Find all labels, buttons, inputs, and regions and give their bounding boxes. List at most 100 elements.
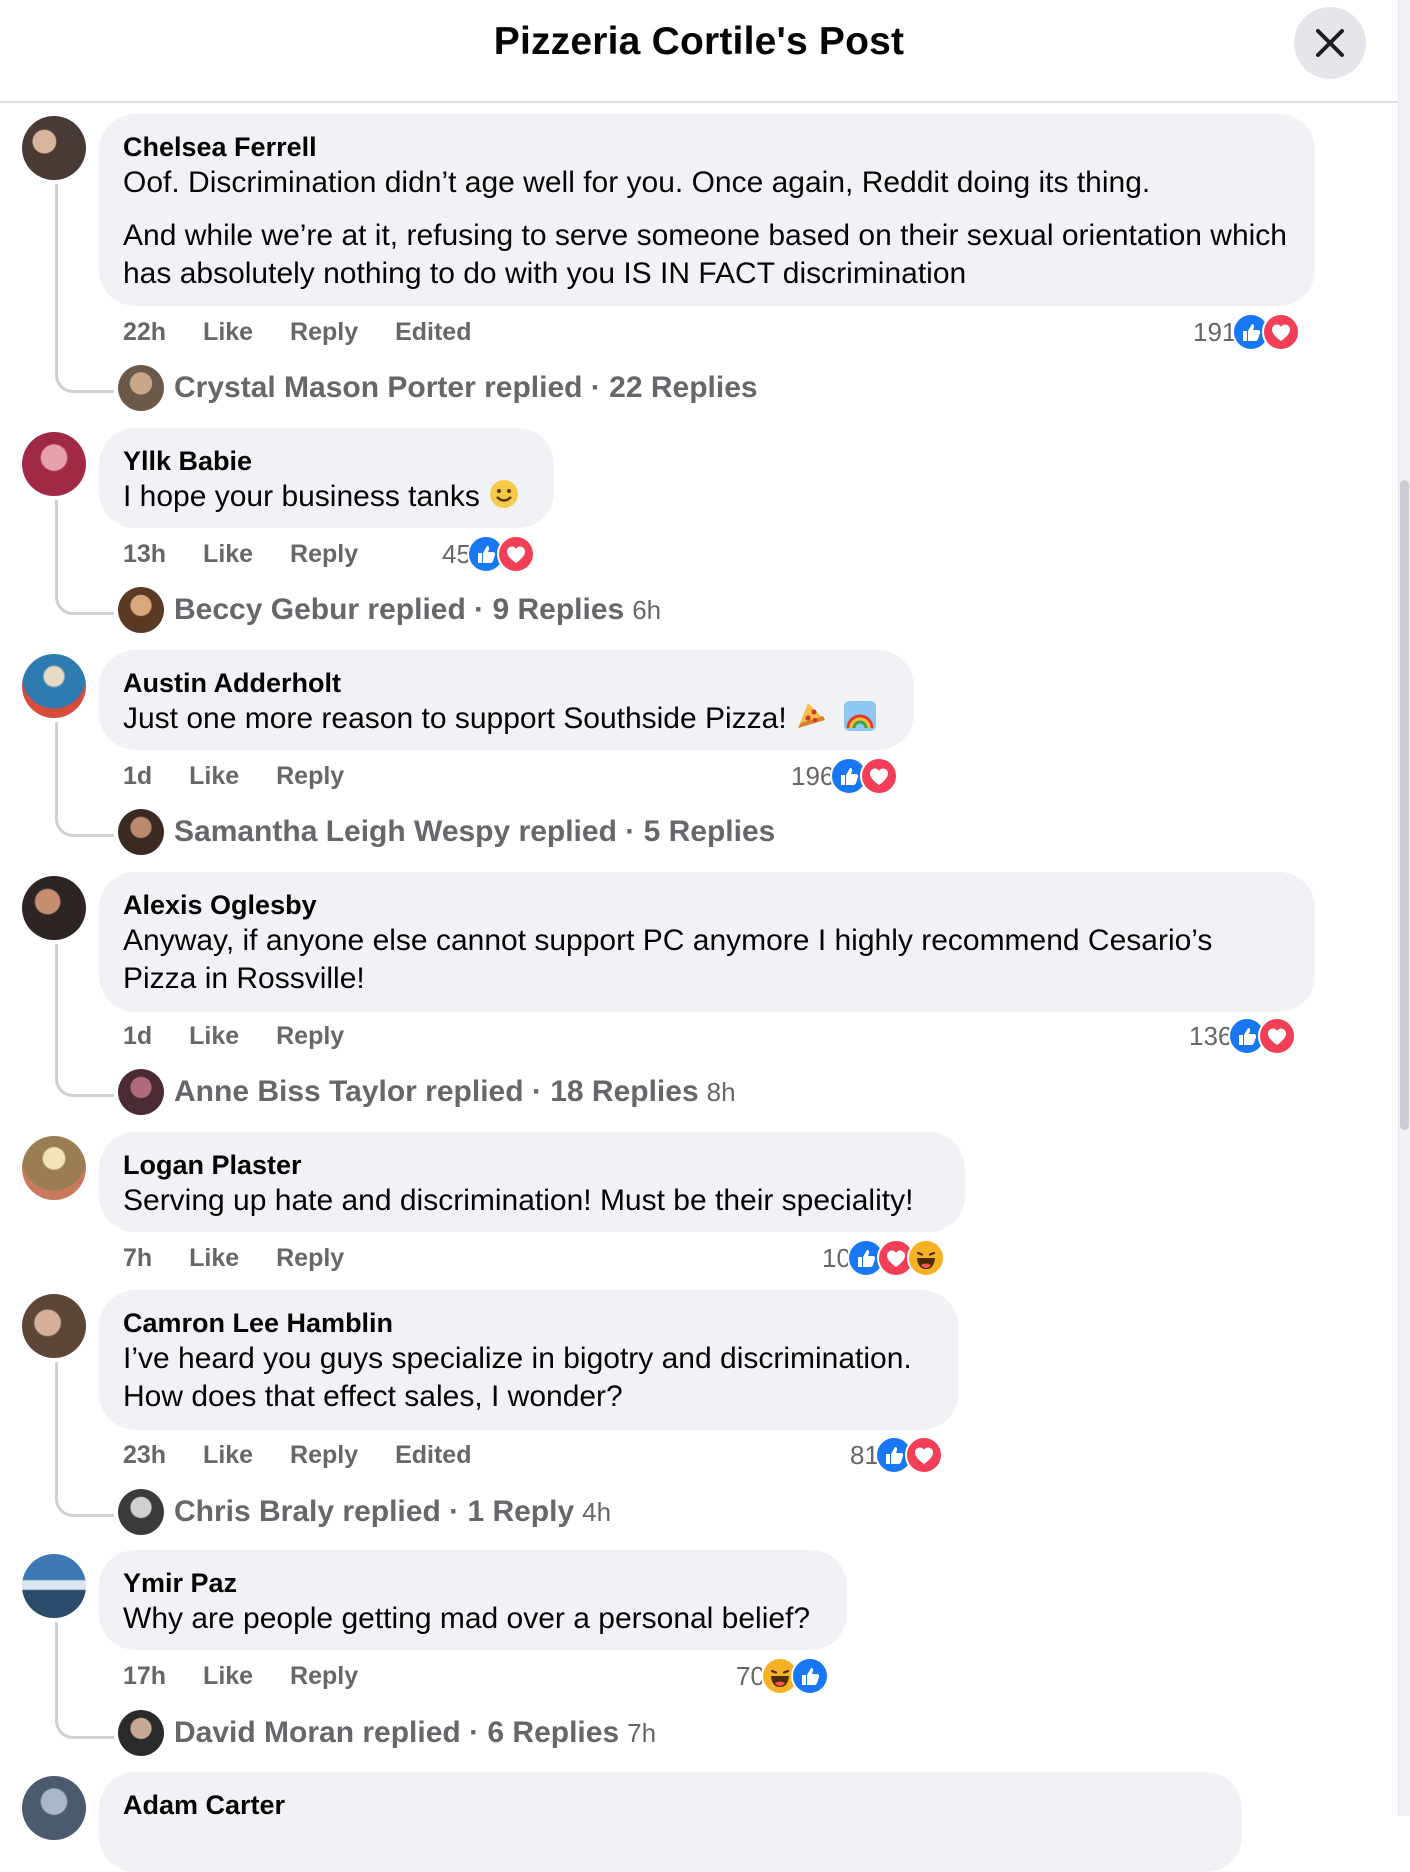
avatar[interactable] <box>22 1776 86 1840</box>
reaction-summary[interactable]: 196 <box>791 757 899 795</box>
comment-time[interactable]: 17h <box>123 1662 166 1690</box>
reply-button[interactable]: Reply <box>276 762 344 790</box>
replier-name: Chris Braly replied <box>174 1495 441 1528</box>
reply-avatar <box>118 365 164 411</box>
reply-button[interactable]: Reply <box>290 1441 358 1469</box>
comment-text: Just one more reason to support Southsid… <box>123 700 890 738</box>
comment-author[interactable]: Camron Lee Hamblin <box>123 1306 934 1340</box>
reply-count: 18 Replies <box>550 1075 699 1108</box>
reaction-summary[interactable]: 10 <box>822 1239 945 1277</box>
comment-actions: 1d Like Reply <box>123 1021 374 1051</box>
avatar[interactable] <box>22 116 86 180</box>
love-reaction-icon <box>496 535 535 573</box>
comment-bubble: Adam Carter <box>99 1772 1242 1872</box>
like-button[interactable]: Like <box>203 318 253 346</box>
reply-count: 1 Reply <box>467 1495 575 1528</box>
comment-bubble: Yllk Babie I hope your business tanks <box>99 428 554 528</box>
close-button[interactable] <box>1294 7 1366 79</box>
comment-text: And while we’re at it, refusing to serve… <box>123 219 1287 290</box>
comment-actions: 23h Like Reply Edited <box>123 1440 501 1470</box>
replier-name: Samantha Leigh Wespy replied <box>174 815 617 848</box>
avatar[interactable] <box>22 1554 86 1618</box>
scrollbar-thumb[interactable] <box>1400 480 1409 1130</box>
love-reaction-icon <box>860 757 899 795</box>
comment-author[interactable]: Alexis Oglesby <box>123 888 1291 922</box>
comment-time[interactable]: 13h <box>123 540 166 568</box>
comment-text: Oof. Discrimination didn’t age well for … <box>123 166 1151 199</box>
view-replies-link[interactable]: David Moran replied · 6 Replies 7h <box>118 1709 656 1757</box>
view-replies-link[interactable]: Beccy Gebur replied · 9 Replies 6h <box>118 586 661 634</box>
reply-button[interactable]: Reply <box>290 318 358 346</box>
comment-author[interactable]: Ymir Paz <box>123 1566 823 1600</box>
comment-author[interactable]: Yllk Babie <box>123 444 530 478</box>
reply-count: 6 Replies <box>487 1716 620 1749</box>
reaction-count: 136 <box>1189 1020 1233 1051</box>
comment-text: Anyway, if anyone else cannot support PC… <box>123 924 1213 995</box>
view-replies-link[interactable]: Samantha Leigh Wespy replied · 5 Replies <box>118 808 775 856</box>
reply-time: 4h <box>582 1496 612 1527</box>
page-title: Pizzeria Cortile's Post <box>493 20 905 63</box>
reaction-count: 196 <box>791 760 835 791</box>
thread-connector <box>55 1622 114 1739</box>
reply-count: 9 Replies <box>492 593 625 626</box>
reaction-summary[interactable]: 70 <box>736 1657 829 1695</box>
comment-text-content: I hope your business tanks <box>123 480 480 513</box>
comment-actions: 7h Like Reply <box>123 1243 374 1273</box>
reply-button[interactable]: Reply <box>276 1244 344 1272</box>
reaction-summary[interactable]: 191 <box>1193 313 1301 351</box>
comment-actions: 1d Like Reply <box>123 761 374 791</box>
reply-button[interactable]: Reply <box>290 540 358 568</box>
love-reaction-icon <box>1258 1017 1297 1055</box>
reply-count: 22 Replies <box>609 371 758 404</box>
comment-actions: 17h Like Reply <box>123 1661 388 1691</box>
view-replies-link[interactable]: Crystal Mason Porter replied · 22 Replie… <box>118 364 758 412</box>
like-button[interactable]: Like <box>189 1022 239 1050</box>
reply-time: 8h <box>706 1076 736 1107</box>
view-replies-link[interactable]: Chris Braly replied · 1 Reply 4h <box>118 1488 611 1536</box>
comment-author[interactable]: Adam Carter <box>123 1788 1218 1822</box>
replier-name: David Moran replied <box>174 1716 461 1749</box>
post-header: Pizzeria Cortile's Post <box>0 0 1398 103</box>
pizza-emoji-icon <box>797 703 825 728</box>
close-icon <box>1316 29 1344 57</box>
thread-connector <box>55 500 114 615</box>
avatar[interactable] <box>22 432 86 496</box>
comment-text: I’ve heard you guys specialize in bigotr… <box>123 1342 912 1413</box>
reply-button[interactable]: Reply <box>290 1662 358 1690</box>
comment-time[interactable]: 7h <box>123 1244 152 1272</box>
comment-time[interactable]: 1d <box>123 1022 152 1050</box>
comment-bubble: Camron Lee Hamblin I’ve heard you guys s… <box>99 1290 958 1430</box>
comment-time[interactable]: 22h <box>123 318 166 346</box>
avatar[interactable] <box>22 1136 86 1200</box>
comment-author[interactable]: Austin Adderholt <box>123 666 890 700</box>
like-button[interactable]: Like <box>189 1244 239 1272</box>
edited-label[interactable]: Edited <box>395 318 471 346</box>
replier-name: Crystal Mason Porter replied <box>174 371 583 404</box>
comment-bubble: Austin Adderholt Just one more reason to… <box>99 650 914 750</box>
reaction-summary[interactable]: 81 <box>850 1436 943 1474</box>
like-button[interactable]: Like <box>203 1441 253 1469</box>
like-button[interactable]: Like <box>189 762 239 790</box>
reaction-summary[interactable]: 136 <box>1189 1017 1297 1055</box>
like-button[interactable]: Like <box>203 1662 253 1690</box>
comment-time[interactable]: 23h <box>123 1441 166 1469</box>
reply-button[interactable]: Reply <box>276 1022 344 1050</box>
avatar[interactable] <box>22 876 86 940</box>
view-replies-link[interactable]: Anne Biss Taylor replied · 18 Replies 8h <box>118 1068 736 1116</box>
like-reaction-icon <box>790 1657 829 1695</box>
thread-connector <box>55 722 114 837</box>
comment-actions: 13h Like Reply <box>123 539 388 569</box>
avatar[interactable] <box>22 1294 86 1358</box>
comment-time[interactable]: 1d <box>123 762 152 790</box>
edited-label[interactable]: Edited <box>395 1441 471 1469</box>
avatar[interactable] <box>22 654 86 718</box>
comment-author[interactable]: Chelsea Ferrell <box>123 130 1291 164</box>
comment-bubble: Alexis Oglesby Anyway, if anyone else ca… <box>99 872 1315 1012</box>
reaction-count: 191 <box>1193 316 1237 347</box>
comment-text: Serving up hate and discrimination! Must… <box>123 1184 914 1217</box>
reaction-summary[interactable]: 45 <box>442 535 535 573</box>
reply-time: 7h <box>627 1717 657 1748</box>
comment-author[interactable]: Logan Plaster <box>123 1148 941 1182</box>
comment-text: I hope your business tanks <box>123 478 530 516</box>
like-button[interactable]: Like <box>203 540 253 568</box>
